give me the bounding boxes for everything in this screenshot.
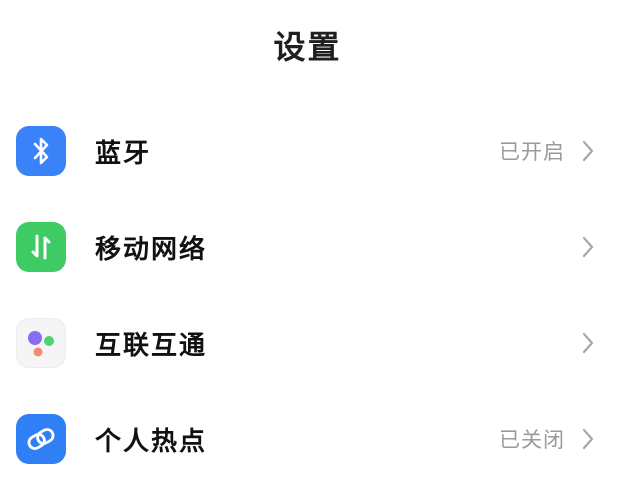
settings-row-label: 互联互通	[95, 330, 208, 361]
settings-row-label: 移动网络	[95, 234, 208, 265]
settings-row-mobile-network[interactable]: 移动网络	[0, 199, 615, 295]
settings-row-interconnect[interactable]: 互联互通	[0, 295, 615, 391]
interconnect-icon	[16, 318, 66, 368]
bluetooth-icon	[16, 126, 66, 176]
settings-row-hotspot[interactable]: 个人热点 已关闭	[0, 391, 615, 487]
settings-row-label: 个人热点	[95, 426, 208, 457]
chevron-right-icon	[577, 234, 599, 260]
chevron-right-icon	[577, 426, 599, 452]
chevron-right-icon	[577, 138, 599, 164]
hotspot-icon	[16, 414, 66, 464]
chevron-right-icon	[577, 330, 599, 356]
settings-row-label: 蓝牙	[95, 138, 152, 169]
mobile-network-icon	[16, 222, 66, 272]
status-text: 已开启	[499, 140, 565, 164]
settings-row-bluetooth[interactable]: 蓝牙 已开启	[0, 103, 615, 199]
status-text: 已关闭	[499, 428, 565, 452]
page-title: 设置	[273, 28, 342, 66]
settings-list: 蓝牙 已开启 移动网络 互联互通 个人热点 已关闭	[0, 103, 615, 487]
